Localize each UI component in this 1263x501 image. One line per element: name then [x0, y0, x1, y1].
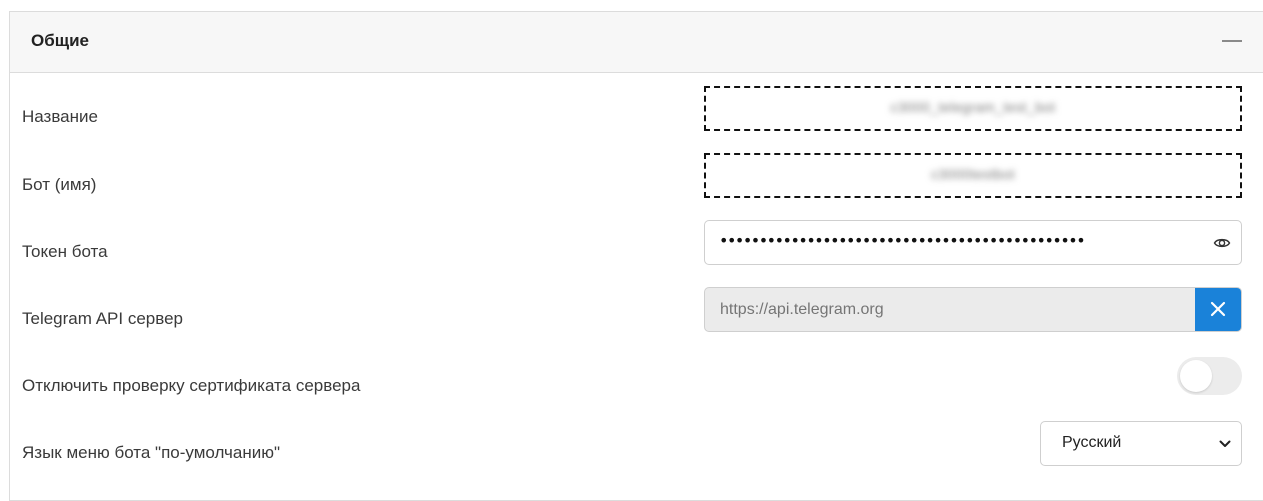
token-label: Токен бота [22, 242, 108, 261]
name-field[interactable]: c3000_telegram_test_bot [704, 86, 1242, 131]
api-server-field [704, 287, 1242, 332]
default-language-select[interactable]: Русский [1040, 421, 1242, 466]
collapse-minus-icon[interactable] [1222, 40, 1242, 42]
api-server-label: Telegram API сервер [22, 309, 183, 328]
eye-icon[interactable] [1213, 234, 1231, 252]
api-server-input[interactable] [705, 288, 1195, 331]
panel-title: Общие [31, 31, 89, 50]
cert-check-label: Отключить проверку сертификата сервера [22, 376, 361, 395]
panel-header: Общие [10, 12, 1263, 73]
name-value: c3000_telegram_test_bot [890, 99, 1056, 115]
chevron-down-icon [1219, 440, 1231, 447]
close-icon [1210, 301, 1226, 317]
name-label: Название [22, 107, 98, 126]
default-language-value: Русский [1062, 434, 1122, 451]
bot-name-value: c3000testbot [931, 166, 1015, 182]
toggle-knob [1180, 360, 1212, 392]
default-language-label: Язык меню бота "по-умолчанию" [22, 443, 281, 462]
token-field[interactable]: ••••••••••••••••••••••••••••••••••••••••… [704, 220, 1242, 265]
bot-name-field[interactable]: c3000testbot [704, 153, 1242, 198]
token-masked-value: ••••••••••••••••••••••••••••••••••••••••… [719, 231, 1086, 250]
bot-name-label: Бот (имя) [22, 175, 97, 194]
cert-check-toggle[interactable] [1177, 357, 1242, 395]
clear-url-button[interactable] [1195, 288, 1241, 331]
